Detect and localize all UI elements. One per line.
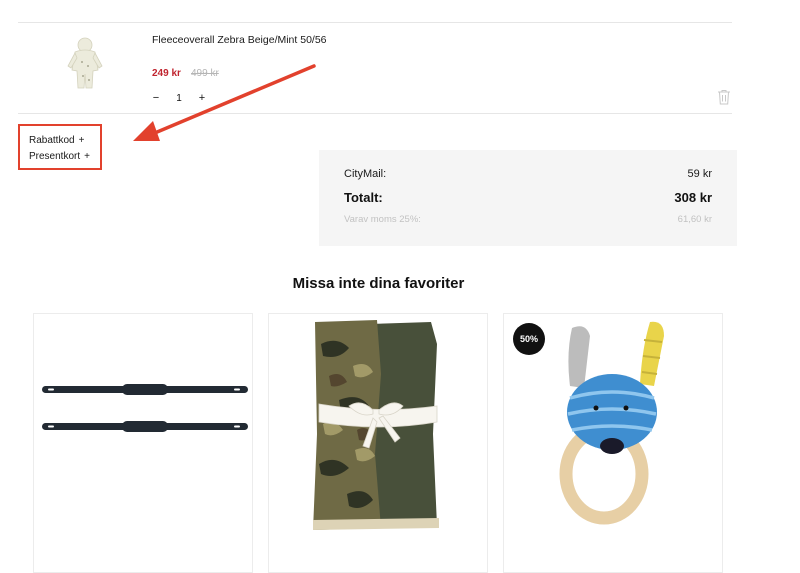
qty-plus-button[interactable]: + xyxy=(196,92,208,104)
product-card[interactable]: 50% xyxy=(503,313,723,573)
discount-badge: 50% xyxy=(513,323,545,355)
gift-card-label: Presentkort xyxy=(29,151,81,162)
total-label: Totalt: xyxy=(344,190,383,205)
shipping-value: 59 kr xyxy=(687,168,712,180)
vat-value: 61,60 kr xyxy=(677,214,712,225)
item-divider xyxy=(18,113,732,114)
discount-options-box: Rabattkod + Presentkort + xyxy=(18,124,102,170)
order-summary: CityMail: 59 kr Totalt: 308 kr Varav mom… xyxy=(319,150,737,246)
product-card[interactable] xyxy=(33,313,253,573)
total-value: 308 kr xyxy=(674,190,712,205)
vat-row: Varav moms 25%: 61,60 kr xyxy=(344,214,712,225)
stroller-straps-image xyxy=(42,384,248,432)
product-image[interactable] xyxy=(60,36,110,94)
quantity-stepper: − 1 + xyxy=(150,90,208,106)
discount-code-plus-icon: + xyxy=(78,135,85,146)
original-price: 499 kr xyxy=(191,68,219,79)
shipping-row: CityMail: 59 kr xyxy=(344,168,712,180)
muslin-cloths-image xyxy=(313,320,439,530)
gift-card-toggle[interactable]: Presentkort + xyxy=(29,151,90,162)
gift-card-plus-icon: + xyxy=(84,151,90,162)
qty-minus-button[interactable]: − xyxy=(150,92,162,104)
discount-code-toggle[interactable]: Rabattkod + xyxy=(29,135,84,146)
sale-price: 249 kr xyxy=(152,68,181,79)
discount-code-label: Rabattkod xyxy=(29,135,75,146)
product-card[interactable] xyxy=(268,313,488,573)
shipping-label: CityMail: xyxy=(344,168,387,180)
top-divider xyxy=(18,22,732,23)
recommendations-title: Missa inte dina favoriter xyxy=(292,275,465,292)
total-row: Totalt: 308 kr xyxy=(344,190,712,205)
product-name[interactable]: Fleeceoverall Zebra Beige/Mint 50/56 xyxy=(152,34,327,46)
qty-value[interactable]: 1 xyxy=(162,93,196,104)
trash-icon[interactable] xyxy=(717,89,731,105)
vat-label: Varav moms 25%: xyxy=(344,214,421,225)
